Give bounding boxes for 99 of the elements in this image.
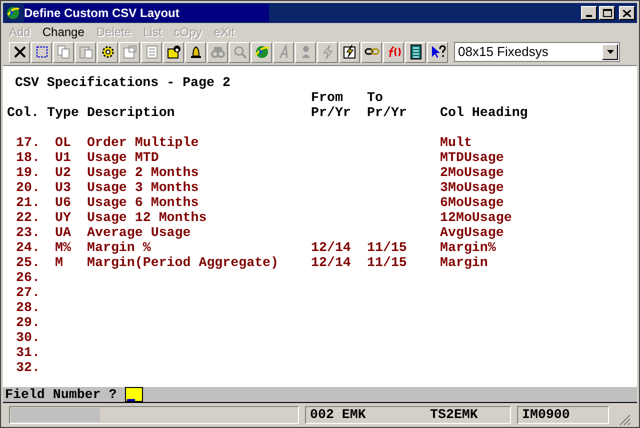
selection-icon bbox=[34, 44, 50, 60]
table-cell: 24. bbox=[16, 240, 40, 255]
calculator-icon bbox=[408, 44, 424, 60]
table-cell: U6 bbox=[55, 195, 71, 210]
table-cell: M bbox=[55, 255, 63, 270]
toolbar-button[interactable] bbox=[427, 42, 448, 62]
table-cell: Usage 3 Months bbox=[87, 180, 199, 195]
list-icon bbox=[144, 44, 160, 60]
table-cell: 31. bbox=[16, 345, 40, 360]
paste-icon bbox=[78, 44, 94, 60]
close-button[interactable] bbox=[619, 6, 635, 20]
table-cell: 18. bbox=[16, 150, 40, 165]
table-cell: 27. bbox=[16, 285, 40, 300]
table-cell: Margin % bbox=[87, 240, 151, 255]
table-cell: 17. bbox=[16, 135, 40, 150]
globe-icon bbox=[5, 5, 21, 21]
table-cell: U3 bbox=[55, 180, 71, 195]
help-pointer-icon bbox=[430, 44, 446, 60]
table-cell: 11/15 bbox=[367, 255, 407, 270]
table-cell: 30. bbox=[16, 330, 40, 345]
column-header: Col. bbox=[7, 105, 40, 120]
table-cell: 25. bbox=[16, 255, 40, 270]
font-dropdown[interactable]: 08x15 Fixedsys bbox=[454, 42, 620, 62]
column-header: Description bbox=[87, 105, 176, 120]
window-title: Define Custom CSV Layout bbox=[24, 4, 270, 22]
maximize-button[interactable] bbox=[599, 6, 615, 20]
toolbar-button[interactable] bbox=[405, 42, 426, 62]
table-cell: Usage 12 Months bbox=[87, 210, 207, 225]
table-cell: 20. bbox=[16, 180, 40, 195]
table-cell: OL bbox=[55, 135, 71, 150]
toolbar-button[interactable] bbox=[339, 42, 360, 62]
table-cell: Usage 6 Months bbox=[87, 195, 199, 210]
table-cell: Margin(Period Aggregate) bbox=[87, 255, 279, 270]
table-cell: MTDUsage bbox=[440, 150, 504, 165]
table-cell: 21. bbox=[16, 195, 40, 210]
toolbar-button[interactable] bbox=[185, 42, 206, 62]
binoculars-icon bbox=[210, 44, 226, 60]
table-cell: M% bbox=[55, 240, 71, 255]
table-cell: Usage 2 Months bbox=[87, 165, 199, 180]
table-cell: AvgUsage bbox=[440, 225, 504, 240]
table-cell: Average Usage bbox=[87, 225, 191, 240]
table-cell: 32. bbox=[16, 360, 40, 375]
globe-icon bbox=[254, 44, 270, 60]
table-cell: 28. bbox=[16, 300, 40, 315]
table-cell: 12/14 bbox=[311, 240, 351, 255]
dropdown-value: 08x15 Fixedsys bbox=[457, 43, 548, 62]
table-cell: 23. bbox=[16, 225, 40, 240]
minimize-button[interactable] bbox=[581, 6, 597, 20]
table-cell: 22. bbox=[16, 210, 40, 225]
toolbar-button[interactable] bbox=[31, 42, 52, 62]
person-document-icon bbox=[166, 44, 182, 60]
lightning-document-icon bbox=[342, 44, 358, 60]
table-cell: Margin% bbox=[440, 240, 496, 255]
toolbar-button[interactable] bbox=[97, 42, 118, 62]
status-text: IM0900 bbox=[522, 406, 570, 424]
column-header: Pr/Yr bbox=[311, 105, 352, 120]
table-cell: 12/14 bbox=[311, 255, 351, 270]
caret-icon bbox=[606, 50, 614, 54]
column-header: Type bbox=[47, 105, 80, 120]
table-cell: 6MoUsage bbox=[440, 195, 504, 210]
table-cell: U1 bbox=[55, 150, 71, 165]
toolbar-button[interactable] bbox=[9, 42, 30, 62]
table-cell: 2MoUsage bbox=[440, 165, 504, 180]
column-header: From bbox=[311, 90, 344, 105]
menu-item[interactable]: Change bbox=[42, 23, 84, 41]
table-cell: Order Multiple bbox=[87, 135, 199, 150]
toolbar-button[interactable] bbox=[251, 42, 272, 62]
prompt-label: Field Number ? bbox=[5, 386, 117, 404]
minimize-icon bbox=[586, 15, 592, 17]
status-text: TS2EMK bbox=[430, 406, 478, 424]
status-text: 002 EMK bbox=[310, 406, 367, 424]
toolbar-button[interactable] bbox=[163, 42, 184, 62]
column-header: To bbox=[367, 90, 384, 105]
dropdown-button[interactable] bbox=[602, 44, 618, 60]
column-header: Pr/Yr bbox=[367, 105, 408, 120]
maximize-icon bbox=[602, 9, 612, 17]
close-icon bbox=[623, 10, 631, 16]
table-cell: 3MoUsage bbox=[440, 180, 504, 195]
table-cell: Mult bbox=[440, 135, 472, 150]
table-cell: Margin bbox=[440, 255, 488, 270]
table-cell: UY bbox=[55, 210, 71, 225]
close-icon bbox=[12, 44, 28, 60]
table-cell: 19. bbox=[16, 165, 40, 180]
table-cell: 26. bbox=[16, 270, 40, 285]
copy-icon bbox=[56, 44, 72, 60]
table-cell: U2 bbox=[55, 165, 71, 180]
magnifier-icon bbox=[232, 44, 248, 60]
gear-icon bbox=[100, 44, 116, 60]
table-cell: Usage MTD bbox=[87, 150, 159, 165]
table-cell: 11/15 bbox=[367, 240, 407, 255]
input-field[interactable] bbox=[124, 387, 143, 402]
table-cell: 12MoUsage bbox=[440, 210, 512, 225]
resize-grip-icon bbox=[619, 414, 631, 426]
toolbar-button[interactable] bbox=[361, 42, 382, 62]
column-header: Col Heading bbox=[440, 105, 529, 120]
properties-icon bbox=[122, 44, 138, 60]
screen-title: CSV Specifications - Page 2 bbox=[14, 75, 232, 90]
table-cell: UA bbox=[55, 225, 71, 240]
table-cell: 29. bbox=[16, 315, 40, 330]
